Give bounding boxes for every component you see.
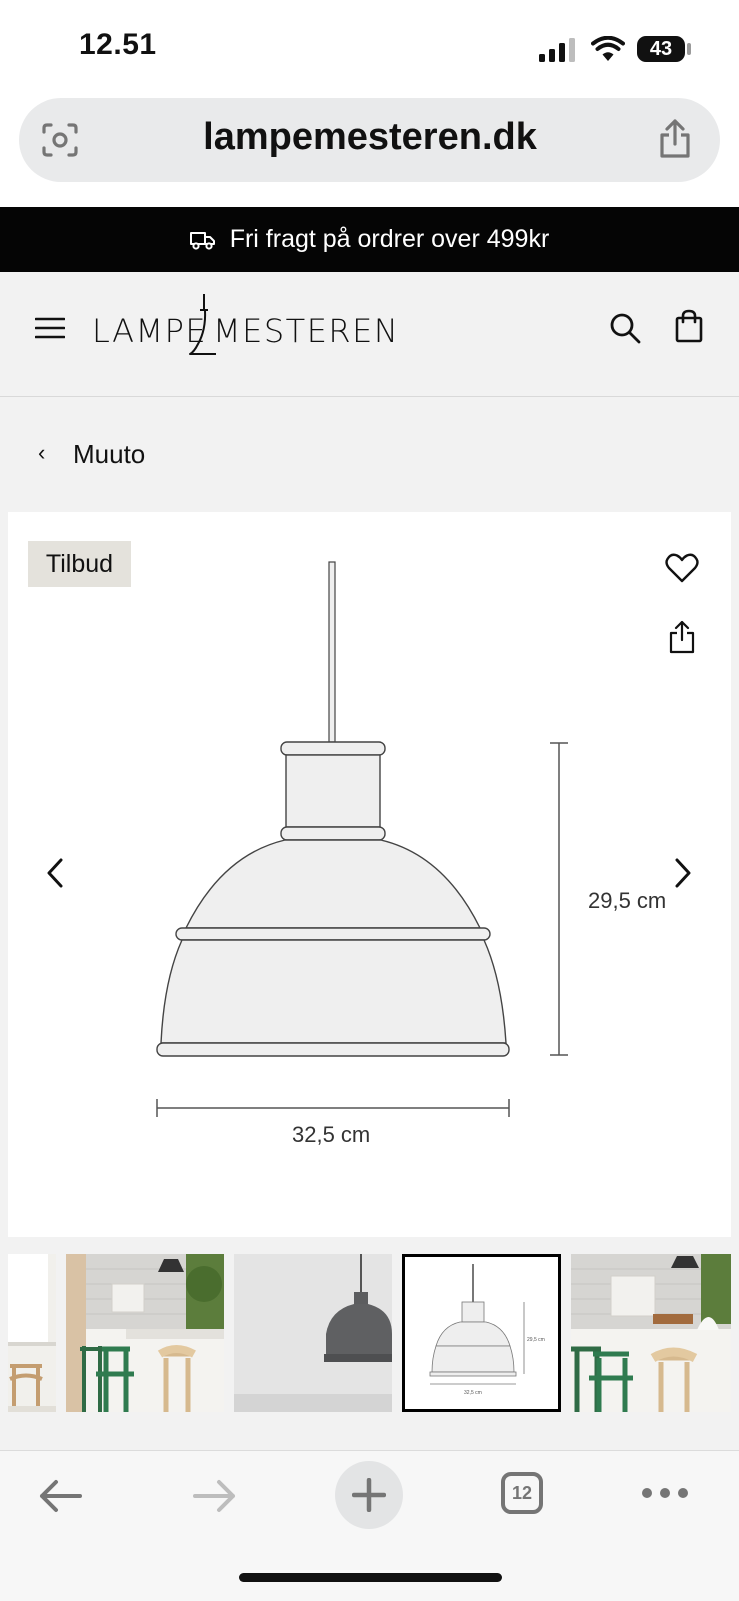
plus-icon[interactable] <box>352 1478 386 1512</box>
url-text[interactable]: lampemesteren.dk <box>120 116 620 159</box>
product-share-icon[interactable] <box>669 620 695 654</box>
thumbnail-4-height-label: 29,5 cm <box>527 1337 545 1343</box>
thumbnail-1-image <box>8 1254 56 1412</box>
thumbnail-2-image <box>66 1254 224 1412</box>
thumbnail-3-image <box>234 1254 392 1412</box>
back-arrow-icon[interactable] <box>38 1479 82 1513</box>
logo-text-right: MESTEREN <box>213 312 400 350</box>
sale-badge: Tilbud <box>28 541 131 587</box>
site-header: LAMPE MESTEREN <box>0 272 739 397</box>
promo-banner: Fri fragt på ordrer over 499kr <box>0 207 739 272</box>
page-tools-icon[interactable] <box>40 122 80 158</box>
width-dimension-label: 32,5 cm <box>292 1122 371 1147</box>
chevron-left-icon: ‹ <box>38 440 46 465</box>
thumbnail-2[interactable] <box>66 1254 224 1412</box>
product-dimension-drawing <box>156 561 568 1117</box>
thumbnail-3[interactable] <box>234 1254 392 1412</box>
battery-cap <box>687 43 691 55</box>
promo-text: Fri fragt på ordrer over 499kr <box>229 225 550 253</box>
more-options-icon[interactable] <box>641 1487 689 1499</box>
status-time: 12.51 <box>79 28 157 61</box>
thumbnail-4[interactable]: 29,5 cm 32,5 cm <box>402 1254 561 1412</box>
home-indicator[interactable] <box>239 1573 502 1582</box>
next-image-arrow[interactable] <box>673 857 693 889</box>
wifi-icon <box>591 36 625 61</box>
status-bar: 12.51 43 <box>0 0 739 96</box>
menu-icon[interactable] <box>35 316 65 340</box>
tabs-count-icon[interactable]: 12 <box>501 1472 543 1514</box>
truck-icon <box>189 231 215 250</box>
thumbnail-1[interactable] <box>8 1254 56 1412</box>
previous-image-arrow[interactable] <box>45 857 65 889</box>
cart-bag-icon[interactable] <box>675 309 703 343</box>
thumbnail-4-image: 29,5 cm 32,5 cm <box>406 1258 557 1408</box>
search-icon[interactable] <box>609 312 641 344</box>
breadcrumb[interactable]: ‹ Muuto <box>0 397 739 512</box>
thumbnail-5-image <box>571 1254 731 1412</box>
thumbnail-5[interactable] <box>571 1254 731 1412</box>
heart-icon[interactable] <box>665 553 699 583</box>
cellular-signal-icon <box>539 38 575 62</box>
battery-icon: 43 <box>637 36 685 62</box>
forward-arrow-icon[interactable] <box>193 1479 237 1513</box>
breadcrumb-label[interactable]: Muuto <box>73 439 145 470</box>
height-dimension-label: 29,5 cm <box>588 888 667 913</box>
site-logo[interactable]: LAMPE MESTEREN <box>92 292 398 362</box>
share-icon[interactable] <box>657 118 693 160</box>
thumbnail-4-width-label: 32,5 cm <box>464 1390 482 1396</box>
